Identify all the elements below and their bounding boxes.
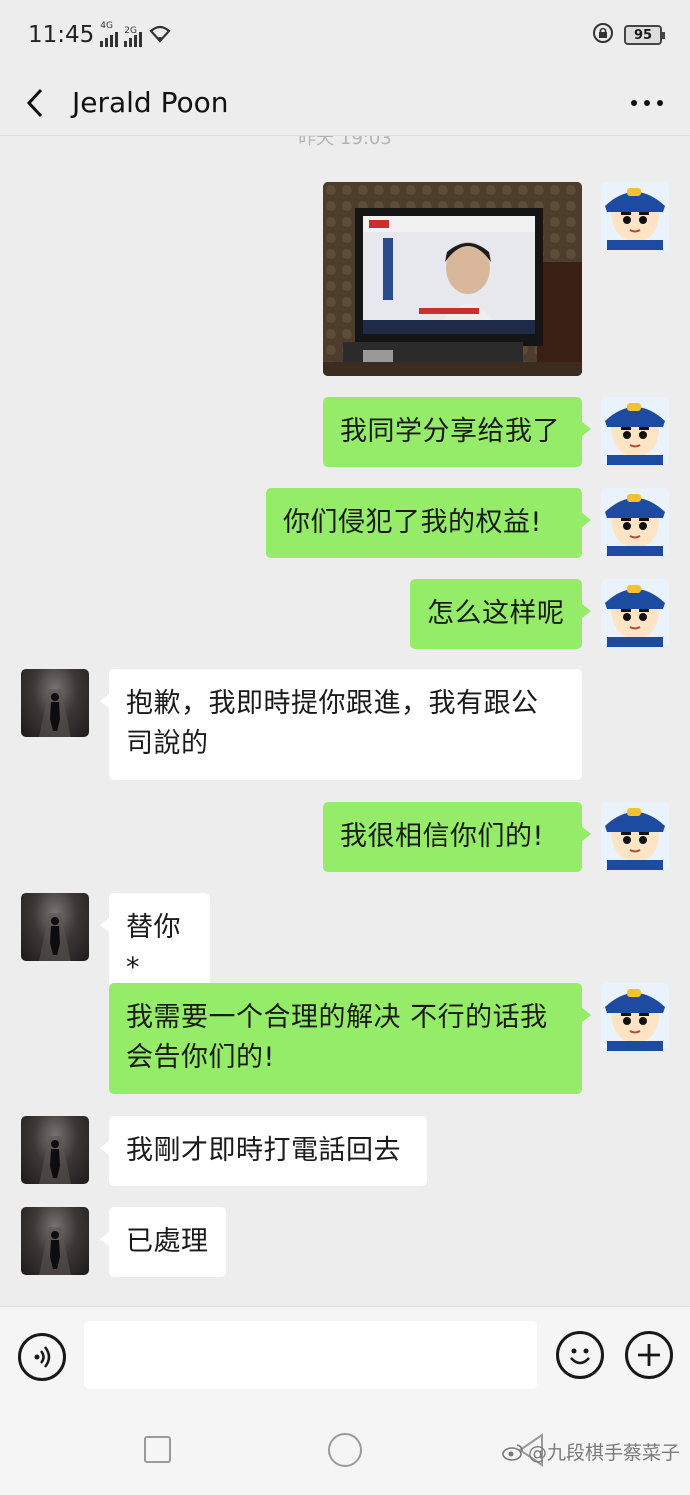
my-avatar[interactable] — [601, 983, 669, 1051]
my-avatar[interactable] — [601, 182, 669, 250]
contact-avatar[interactable] — [21, 893, 89, 961]
rotation-lock-icon — [592, 22, 614, 48]
image-message[interactable] — [323, 182, 582, 376]
status-bar: 11:45 4G 2G 95 — [0, 0, 690, 70]
message-bubble-sent[interactable]: 我很相信你们的! — [323, 802, 591, 872]
more-actions-button[interactable] — [625, 1331, 673, 1379]
emoji-icon — [570, 1348, 590, 1365]
message-bubble-sent[interactable]: 怎么这样呢 — [410, 579, 591, 649]
message-bubble-sent[interactable]: 我同学分享给我了 — [323, 397, 591, 467]
chat-header: Jerald Poon — [0, 70, 690, 136]
contact-name: Jerald Poon — [72, 86, 229, 119]
message-input-bar — [0, 1306, 690, 1406]
wifi-icon — [148, 23, 172, 47]
weibo-icon — [502, 1443, 523, 1461]
emoji-button[interactable] — [556, 1331, 604, 1379]
home-button[interactable] — [328, 1433, 362, 1467]
status-time: 11:45 — [28, 22, 95, 48]
my-avatar[interactable] — [601, 488, 669, 556]
message-timestamp: 昨天 19:03 — [298, 136, 392, 149]
message-bubble-received[interactable]: 我剛才即時打電話回去 — [100, 1116, 427, 1186]
my-avatar[interactable] — [601, 397, 669, 465]
contact-avatar[interactable] — [21, 1116, 89, 1184]
message-input[interactable] — [84, 1321, 537, 1389]
signal-indicators: 4G 2G — [100, 21, 172, 47]
signal-4g-icon: 4G — [100, 21, 119, 47]
battery-icon: 95 — [624, 25, 665, 45]
system-navigation-bar: @九段棋手蔡菜子 — [0, 1406, 690, 1495]
contact-avatar[interactable] — [21, 1207, 89, 1275]
message-bubble-sent[interactable]: 你们侵犯了我的权益! — [266, 488, 591, 558]
my-avatar[interactable] — [601, 579, 669, 647]
more-options-button[interactable] — [614, 70, 680, 136]
more-icon — [631, 99, 663, 106]
contact-avatar[interactable] — [21, 669, 89, 737]
voice-input-button[interactable] — [18, 1333, 66, 1381]
recent-apps-button[interactable] — [144, 1436, 171, 1463]
chevron-left-icon — [26, 88, 43, 117]
chat-message-list[interactable]: 昨天 19:03 我同学分享给我了 你们侵犯了我的权益! 怎么这样呢 抱歉，我即… — [0, 136, 690, 1306]
back-button[interactable] — [2, 70, 68, 136]
message-bubble-received[interactable]: 已處理 — [100, 1207, 226, 1277]
voice-icon — [34, 1346, 51, 1368]
signal-2g-icon: 2G — [124, 26, 143, 47]
my-avatar[interactable] — [601, 802, 669, 870]
watermark: @九段棋手蔡菜子 — [502, 1438, 680, 1465]
plus-icon — [638, 1344, 660, 1366]
message-bubble-sent[interactable]: 我需要一个合理的解决 不行的话我会告你们的! — [109, 983, 591, 1094]
message-bubble-received[interactable]: 抱歉，我即時提你跟進，我有跟公司說的 — [100, 669, 582, 780]
